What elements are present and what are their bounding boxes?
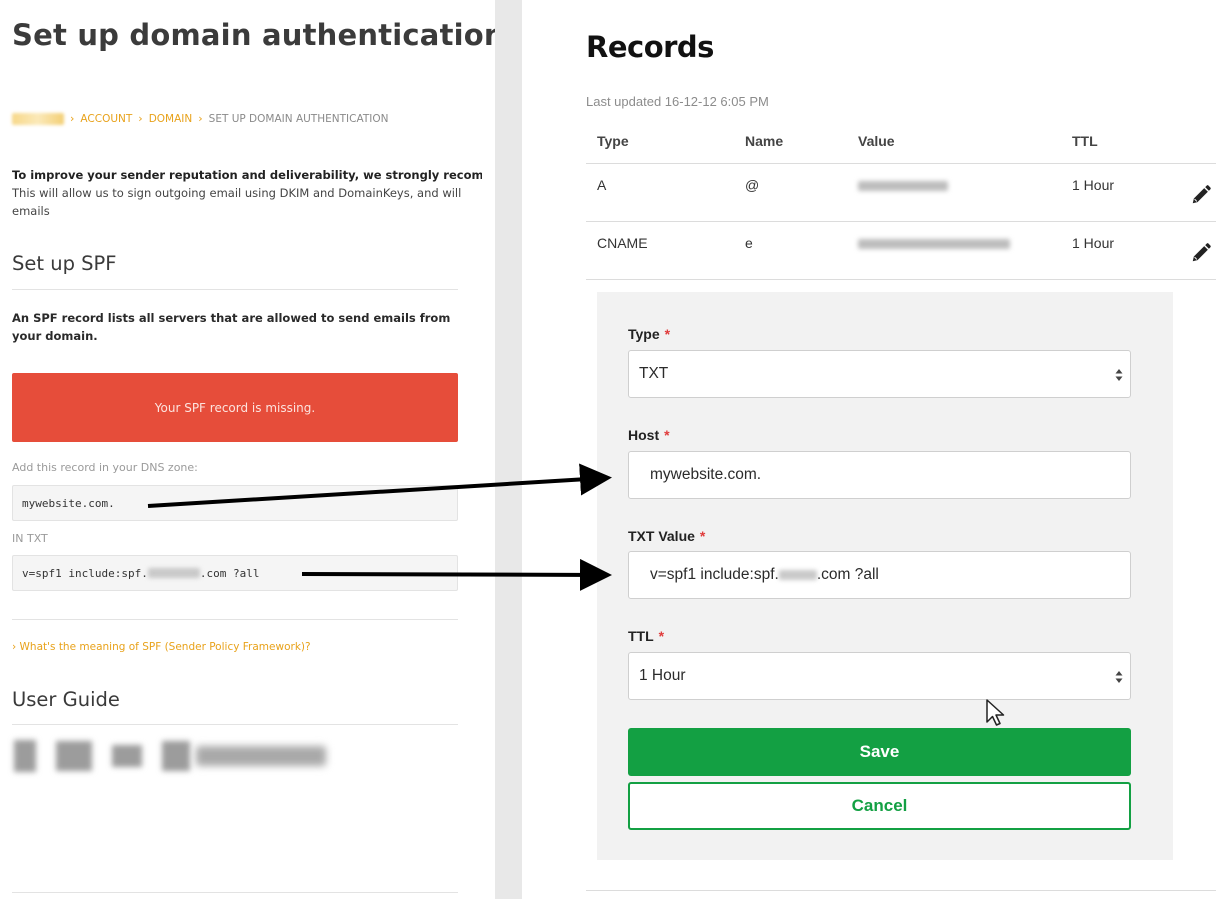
breadcrumb-separator: › bbox=[198, 112, 203, 125]
guide-hand-icon[interactable] bbox=[112, 745, 142, 767]
host-input[interactable]: mywebsite.com. bbox=[628, 451, 1131, 499]
guide-person-icon[interactable] bbox=[14, 740, 36, 772]
header-type: Type bbox=[597, 133, 629, 149]
select-arrows-icon bbox=[1115, 671, 1123, 683]
page-title: Set up domain authentication bbox=[12, 18, 505, 52]
cell-type: CNAME bbox=[597, 235, 648, 251]
cell-name: @ bbox=[745, 177, 760, 193]
spf-heading: Set up SPF bbox=[12, 252, 117, 275]
dns-host-record[interactable]: mywebsite.com. bbox=[12, 485, 458, 521]
breadcrumb-domain[interactable]: DOMAIN bbox=[149, 113, 193, 125]
cell-ttl: 1 Hour bbox=[1072, 177, 1115, 193]
txt-suffix: .com ?all bbox=[199, 566, 260, 580]
pencil-icon[interactable] bbox=[1190, 242, 1212, 264]
type-select-value: TXT bbox=[639, 365, 669, 382]
guide-video-icon[interactable] bbox=[56, 741, 92, 771]
divider bbox=[12, 724, 458, 725]
intro-line-3: emails bbox=[12, 204, 50, 218]
breadcrumb-separator: › bbox=[70, 112, 75, 125]
ttl-label: TTL * bbox=[628, 628, 665, 644]
records-table: Type Name Value TTL A @ 1 Hour CNAME e 1… bbox=[586, 120, 1216, 280]
type-select[interactable]: TXT bbox=[628, 350, 1131, 398]
guide-checklist-icon[interactable] bbox=[162, 741, 190, 771]
breadcrumb-current: SET UP DOMAIN AUTHENTICATION bbox=[208, 112, 389, 125]
table-row: A @ 1 Hour bbox=[586, 164, 1216, 222]
spf-description: An SPF record lists all servers that are… bbox=[12, 311, 451, 343]
intro-text: To improve your sender reputation and de… bbox=[12, 166, 482, 220]
txt-value-input[interactable]: v=spf1 include:spf. .com ?all bbox=[628, 551, 1131, 599]
required-mark: * bbox=[658, 628, 665, 644]
breadcrumb-separator: › bbox=[138, 112, 143, 125]
save-button[interactable]: Save bbox=[628, 728, 1131, 776]
table-header: Type Name Value TTL bbox=[586, 120, 1216, 164]
txt-input-suffix: .com ?all bbox=[816, 566, 879, 583]
redacted-domain bbox=[147, 568, 200, 578]
user-guide-heading: User Guide bbox=[12, 688, 120, 711]
required-mark: * bbox=[699, 528, 706, 544]
intro-line-1: To improve your sender reputation and de… bbox=[12, 168, 482, 182]
alert-text: Your SPF record is missing. bbox=[154, 400, 316, 415]
redacted-domain bbox=[778, 570, 817, 580]
cell-name: e bbox=[745, 235, 753, 251]
dns-zone-label: Add this record in your DNS zone: bbox=[12, 461, 198, 474]
right-panel: Records Last updated 16-12-12 6:05 PM Ty… bbox=[522, 0, 1221, 899]
header-value: Value bbox=[858, 133, 895, 149]
user-guide-links bbox=[14, 740, 326, 772]
breadcrumb-account[interactable]: ACCOUNT bbox=[80, 113, 132, 125]
divider bbox=[12, 892, 458, 893]
spf-missing-alert: Your SPF record is missing. bbox=[12, 373, 458, 442]
cell-type: A bbox=[597, 177, 607, 193]
txt-input-prefix: v=spf1 include:spf. bbox=[650, 566, 779, 583]
dns-host-value: mywebsite.com. bbox=[22, 496, 115, 510]
cell-value-redacted bbox=[858, 222, 1010, 264]
txt-prefix: v=spf1 include:spf. bbox=[22, 566, 148, 580]
in-txt-label: IN TXT bbox=[12, 532, 48, 545]
required-mark: * bbox=[664, 427, 670, 443]
mouse-cursor-icon bbox=[986, 699, 1005, 726]
divider bbox=[12, 619, 458, 620]
type-label: Type * bbox=[628, 326, 671, 342]
left-panel: Set up domain authentication › ACCOUNT ›… bbox=[0, 0, 505, 899]
panel-divider bbox=[495, 0, 522, 899]
ttl-select[interactable]: 1 Hour bbox=[628, 652, 1131, 700]
last-updated: Last updated 16-12-12 6:05 PM bbox=[586, 94, 769, 109]
spf-meaning-link[interactable]: › What's the meaning of SPF (Sender Poli… bbox=[12, 641, 311, 653]
breadcrumb: › ACCOUNT › DOMAIN › SET UP DOMAIN AUTHE… bbox=[12, 112, 388, 125]
pencil-icon[interactable] bbox=[1190, 184, 1212, 206]
divider bbox=[586, 890, 1216, 891]
cancel-button[interactable]: Cancel bbox=[628, 782, 1131, 830]
txt-value-label: TXT Value * bbox=[628, 528, 706, 544]
edit-record-form: Type * TXT Host * mywebsite.com. TXT Value… bbox=[597, 292, 1173, 860]
header-name: Name bbox=[745, 133, 784, 149]
host-input-value: mywebsite.com. bbox=[650, 466, 762, 483]
required-mark: * bbox=[664, 326, 671, 342]
cell-ttl: 1 Hour bbox=[1072, 235, 1115, 251]
table-row: CNAME e 1 Hour bbox=[586, 222, 1216, 280]
ttl-select-value: 1 Hour bbox=[639, 667, 686, 684]
host-label: Host * bbox=[628, 427, 670, 443]
breadcrumb-redacted-root[interactable] bbox=[12, 112, 64, 125]
cell-value-redacted bbox=[858, 164, 948, 206]
intro-line-2: This will allow us to sign outgoing emai… bbox=[12, 186, 462, 200]
divider bbox=[12, 289, 458, 290]
select-arrows-icon bbox=[1115, 369, 1123, 381]
records-title: Records bbox=[586, 30, 714, 64]
txt-record[interactable]: v=spf1 include:spf. .com ?all bbox=[12, 555, 458, 591]
guide-redacted-label[interactable] bbox=[196, 746, 326, 766]
header-ttl: TTL bbox=[1072, 133, 1098, 149]
